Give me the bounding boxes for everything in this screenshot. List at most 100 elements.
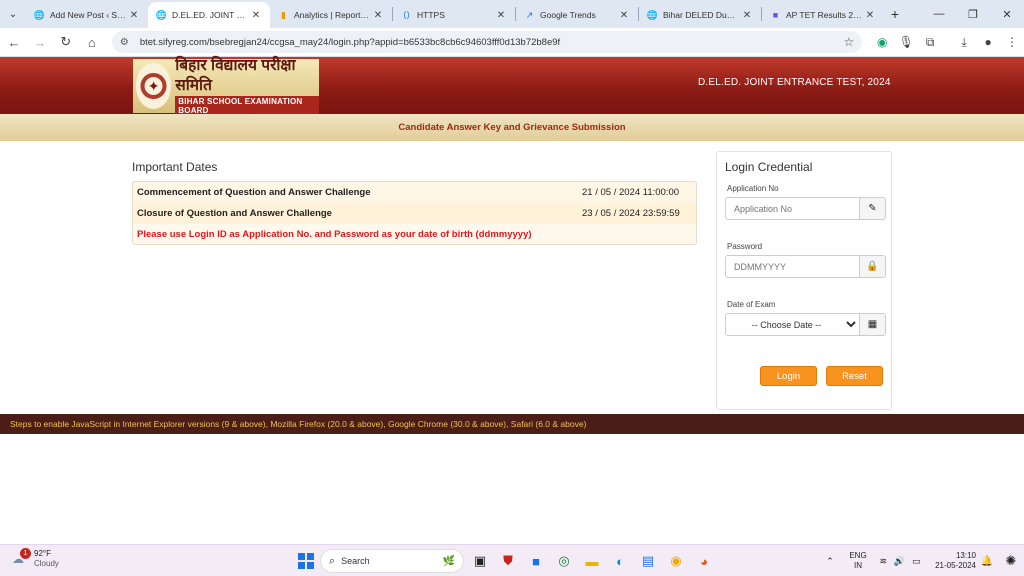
back-button[interactable]: ←	[2, 30, 26, 54]
close-icon[interactable]: ✕	[250, 10, 262, 21]
arrow-left-icon: ←	[7, 34, 21, 50]
globe-icon: 🌐	[646, 9, 659, 20]
plus-icon: +	[890, 6, 900, 22]
login-buttons: Login Reset	[760, 366, 883, 386]
date-row-value: 23 / 05 / 2024 23:59:59	[582, 208, 680, 219]
site-info-icon[interactable]: ⚙	[120, 37, 134, 48]
browser-tab-5[interactable]: ↗ Google Trends ✕	[516, 2, 638, 28]
browser-tab-3[interactable]: ▮ Analytics | Reports snapshot ✕	[270, 2, 392, 28]
date-row-label: Commencement of Question and Answer Chal…	[137, 187, 371, 198]
notification-badge: 1	[20, 548, 31, 559]
bookmark-icon: ■	[772, 10, 779, 20]
task-view-icon[interactable]: ▣	[468, 549, 492, 573]
logo-text: बिहार विद्यालय परीक्षा समिति BIHAR SCHOO…	[175, 56, 319, 116]
url-text[interactable]: btet.sifyreg.com/bsebregjan24/ccgsa_may2…	[140, 37, 844, 48]
reload-icon: ↻	[60, 34, 72, 49]
login-notice: Please use Login ID as Application No. a…	[133, 224, 696, 244]
home-button[interactable]: ⌂	[80, 30, 104, 54]
mcafee-icon[interactable]: ⛊	[496, 549, 520, 573]
javascript-help-link[interactable]: Steps to enable JavaScript in Internet E…	[0, 414, 1024, 434]
bookmark-star-icon[interactable]: ☆	[844, 35, 855, 49]
date-row: Commencement of Question and Answer Chal…	[133, 182, 696, 203]
new-tab-button[interactable]: +	[884, 0, 906, 28]
arrow-right-icon: →	[33, 34, 47, 50]
minimize-icon[interactable]: —	[922, 0, 956, 28]
browser-tab-4[interactable]: ⟨⟩ HTTPS ✕	[393, 2, 515, 28]
chevron-up-icon[interactable]: ⌃	[820, 556, 840, 567]
address-bar[interactable]: ⚙ btet.sifyreg.com/bsebregjan24/ccgsa_ma…	[111, 31, 863, 53]
analytics-icon: ▮	[281, 9, 286, 20]
search-label: Search	[341, 556, 370, 566]
microphone-icon[interactable]: 🎙	[894, 30, 918, 54]
clock[interactable]: 13:10 21-05-2024	[924, 551, 976, 571]
file-explorer-icon[interactable]: ▬	[580, 549, 604, 573]
password-input[interactable]	[726, 256, 859, 277]
tray-icons[interactable]: ≋ 🔊 ▭	[876, 556, 924, 567]
lang-top: ENG	[849, 551, 867, 560]
close-icon[interactable]: ✕	[372, 10, 384, 21]
important-dates-panel: Commencement of Question and Answer Chal…	[132, 181, 697, 245]
firefox-icon[interactable]: ◕	[692, 549, 716, 573]
weather-widget[interactable]: ☁ 1 92°F Cloudy	[12, 548, 59, 569]
tab-title: AP TET Results 2024	[786, 10, 864, 20]
battery-icon: ▭	[912, 555, 921, 566]
window-controls: — ❐ ✕	[922, 0, 1024, 28]
login-heading: Login Credential	[725, 160, 813, 174]
browser-tab-1[interactable]: 🌐 Add New Post ‹ Sarkari ✕	[26, 2, 148, 28]
reset-button[interactable]: Reset	[826, 366, 883, 386]
date-row-value: 21 / 05 / 2024 11:00:00	[582, 187, 680, 198]
store-icon[interactable]: ▤	[636, 549, 660, 573]
password-label: Password	[727, 242, 763, 251]
exam-date-label: Date of Exam	[727, 300, 776, 309]
browser-tab-7[interactable]: ■ AP TET Results 2024 ✕	[762, 2, 884, 28]
download-icon[interactable]: ⤓	[952, 30, 976, 54]
windows-start-icon[interactable]	[296, 551, 316, 571]
profile-avatar[interactable]: ●	[976, 30, 1000, 54]
more-menu-icon[interactable]: ⋮	[1000, 30, 1024, 54]
weather-text: 92°F Cloudy	[34, 549, 59, 569]
reload-button[interactable]: ↻	[54, 30, 78, 54]
taskbar-search[interactable]: ⌕ Search 🌿	[320, 549, 464, 573]
globe-icon: 🌐	[33, 9, 46, 20]
chrome-icon[interactable]: ◎	[552, 549, 576, 573]
close-icon[interactable]: ✕	[864, 10, 876, 21]
chevron-down-icon: ⌄	[8, 8, 18, 20]
exam-date-select[interactable]: -- Choose Date --	[726, 314, 859, 335]
close-icon[interactable]: ✕	[741, 10, 753, 21]
site-header: ✦ बिहार विद्यालय परीक्षा समिति BIHAR SCH…	[0, 56, 1024, 116]
trends-icon: ↗	[525, 9, 534, 20]
tab-title: D.EL.ED. JOINT ENTRANCE	[172, 10, 250, 20]
date-row-label: Closure of Question and Answer Challenge	[137, 208, 332, 219]
chrome-canary-icon[interactable]: ◉	[664, 549, 688, 573]
grammarly-icon[interactable]: ◉	[870, 30, 894, 54]
restore-icon[interactable]: ❐	[956, 0, 990, 28]
tab-title: Add New Post ‹ Sarkari	[50, 10, 128, 20]
tab-search-button[interactable]: ⌄	[0, 0, 26, 28]
clock-date: 21-05-2024	[935, 561, 976, 570]
bseb-logo: ✦ बिहार विद्यालय परीक्षा समिति BIHAR SCH…	[133, 56, 319, 116]
application-no-input[interactable]	[726, 198, 859, 219]
login-panel: Login Credential Application No ✎ Passwo…	[716, 151, 892, 410]
close-icon[interactable]: ✕	[128, 10, 140, 21]
cloud-icon: ☁ 1	[12, 548, 31, 566]
notification-bell-icon[interactable]: 🔔	[976, 556, 998, 567]
extensions-icon[interactable]: ⧉	[918, 30, 942, 54]
globe-icon: 🌐	[155, 9, 168, 20]
browser-tab-6[interactable]: 🌐 Bihar DELED Dummy ✕	[639, 2, 761, 28]
close-icon[interactable]: ✕	[495, 10, 507, 21]
msn-app-icon[interactable]: ■	[524, 549, 548, 573]
edge-icon[interactable]: ◐	[608, 549, 632, 573]
weather-temp: 92°F	[34, 549, 51, 558]
seal-icon: ✦	[136, 63, 172, 109]
browser-tab-2[interactable]: 🌐 D.EL.ED. JOINT ENTRANCE ✕	[148, 2, 270, 28]
close-icon[interactable]: ✕	[618, 10, 630, 21]
tab-title: Google Trends	[540, 10, 596, 20]
calendar-icon: ▦	[859, 314, 885, 335]
copilot-icon[interactable]: ✺	[998, 553, 1024, 569]
language-indicator[interactable]: ENG IN	[840, 551, 876, 571]
forward-button[interactable]: →	[28, 30, 52, 54]
close-window-icon[interactable]: ✕	[990, 0, 1024, 28]
login-button[interactable]: Login	[760, 366, 817, 386]
tab-title: Bihar DELED Dummy	[663, 10, 741, 20]
search-icon: ⌕	[329, 554, 336, 567]
